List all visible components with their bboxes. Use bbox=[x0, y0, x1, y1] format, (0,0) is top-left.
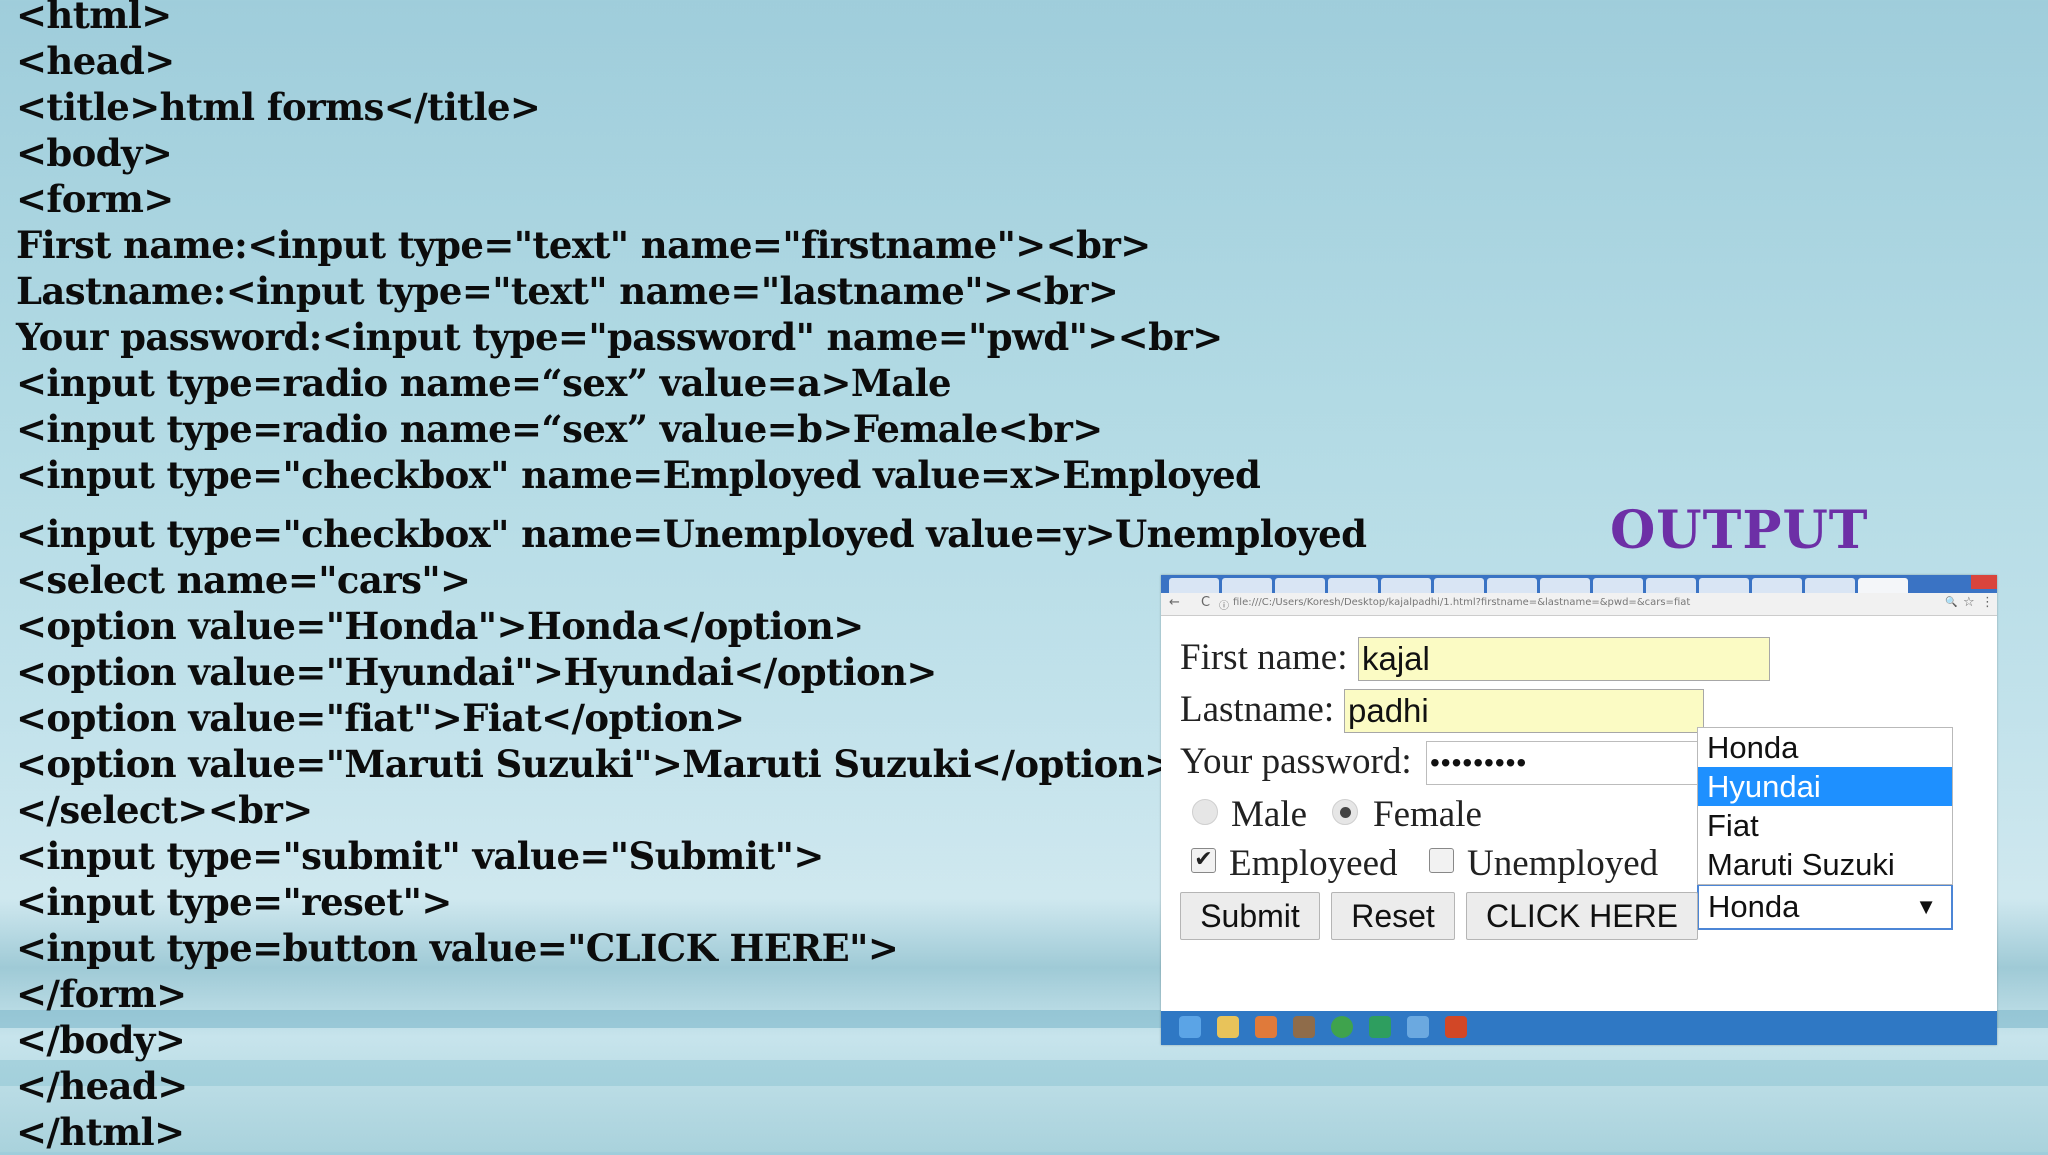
code-line: <option value="Honda">Honda</option> bbox=[16, 604, 864, 648]
radio-female-label: Female bbox=[1373, 794, 1482, 835]
address-bar: ← C ⓘ file:///C:/Users/Koresh/Desktop/ka… bbox=[1161, 593, 1997, 616]
browser-tab[interactable] bbox=[1275, 578, 1325, 593]
code-line: <select name="cars"> bbox=[16, 558, 471, 602]
code-line: </body> bbox=[16, 1018, 186, 1062]
code-line: </form> bbox=[16, 972, 187, 1016]
code-line: </html> bbox=[16, 1110, 185, 1154]
browser-window-screenshot: ← C ⓘ file:///C:/Users/Koresh/Desktop/ka… bbox=[1161, 575, 1997, 1045]
first-name-input[interactable]: kajal bbox=[1358, 637, 1770, 681]
radio-male[interactable] bbox=[1192, 799, 1218, 825]
code-line: <option value="Hyundai">Hyundai</option> bbox=[16, 650, 937, 694]
code-line: Your password:<input type="password" nam… bbox=[16, 315, 1223, 359]
checkbox-unemployed-label: Unemployed bbox=[1467, 843, 1659, 884]
radio-selected-dot bbox=[1340, 807, 1351, 818]
folder-icon[interactable] bbox=[1217, 1016, 1239, 1038]
code-line: </head> bbox=[16, 1064, 188, 1108]
code-line: <input type=button value="CLICK HERE"> bbox=[16, 926, 899, 970]
chevron-down-icon: ▼ bbox=[1915, 894, 1937, 919]
browser-tab[interactable] bbox=[1434, 578, 1484, 593]
app-blue-icon[interactable] bbox=[1407, 1016, 1429, 1038]
code-line: <input type="reset"> bbox=[16, 880, 452, 924]
code-line: <option value="fiat">Fiat</option> bbox=[16, 696, 745, 740]
info-icon: ⓘ bbox=[1219, 601, 1229, 612]
browser-tab[interactable] bbox=[1858, 578, 1908, 593]
checkbox-unemployed[interactable] bbox=[1429, 848, 1454, 873]
browser-tab[interactable] bbox=[1593, 578, 1643, 593]
reset-button[interactable]: Reset bbox=[1331, 892, 1455, 940]
browser-tab[interactable] bbox=[1328, 578, 1378, 593]
star-icon[interactable]: ☆ bbox=[1963, 595, 1975, 610]
browser-tab[interactable] bbox=[1752, 578, 1802, 593]
code-line: <body> bbox=[16, 131, 173, 175]
browser-tab[interactable] bbox=[1169, 578, 1219, 593]
code-line: <form> bbox=[16, 177, 174, 221]
browser-tab[interactable] bbox=[1699, 578, 1749, 593]
browser-tab[interactable] bbox=[1381, 578, 1431, 593]
browser-tab-strip bbox=[1161, 575, 1997, 593]
app-icon[interactable] bbox=[1293, 1016, 1315, 1038]
sea-wave-band-lower bbox=[0, 1060, 2048, 1086]
password-input[interactable]: ••••••••• bbox=[1426, 741, 1704, 785]
rendered-form-page: First name: kajal Lastname: padhi Your p… bbox=[1161, 616, 1997, 1011]
password-label: Your password: bbox=[1180, 741, 1412, 782]
checkbox-employed[interactable]: ✔ bbox=[1191, 848, 1216, 873]
menu-icon[interactable]: ⋮ bbox=[1981, 595, 1994, 610]
cars-select[interactable]: Honda ▼ bbox=[1697, 884, 1953, 930]
close-icon[interactable] bbox=[1971, 575, 1997, 589]
maximize-icon[interactable] bbox=[1947, 575, 1969, 589]
url-text[interactable]: file:///C:/Users/Koresh/Desktop/kajalpad… bbox=[1233, 597, 1690, 608]
dropdown-option[interactable]: Fiat bbox=[1698, 806, 1952, 845]
ie-icon[interactable] bbox=[1179, 1016, 1201, 1038]
dropdown-option-highlighted[interactable]: Hyundai bbox=[1698, 767, 1952, 806]
lastname-label: Lastname: bbox=[1180, 689, 1335, 730]
code-line: <option value="Maruti Suzuki">Maruti Suz… bbox=[16, 742, 1175, 786]
code-line: <html> bbox=[16, 0, 172, 37]
code-line: <input type="checkbox" name=Unemployed v… bbox=[16, 512, 1367, 556]
code-line: </select><br> bbox=[16, 788, 313, 832]
cars-dropdown-list: Honda Hyundai Fiat Maruti Suzuki bbox=[1697, 727, 1953, 885]
dropdown-option[interactable]: Maruti Suzuki bbox=[1698, 845, 1952, 884]
powerpoint-icon[interactable] bbox=[1445, 1016, 1467, 1038]
first-name-label: First name: bbox=[1180, 637, 1348, 678]
code-line: <title>html forms</title> bbox=[16, 85, 541, 129]
minimize-icon[interactable] bbox=[1923, 575, 1945, 589]
browser-tab[interactable] bbox=[1540, 578, 1590, 593]
windows-taskbar bbox=[1161, 1011, 1997, 1045]
chrome-icon[interactable] bbox=[1331, 1016, 1353, 1038]
media-icon[interactable] bbox=[1255, 1016, 1277, 1038]
back-arrow-icon[interactable]: ← bbox=[1169, 595, 1180, 610]
reload-icon[interactable]: C bbox=[1201, 595, 1210, 610]
code-line: <input type=radio name=“sex” value=a>Mal… bbox=[16, 361, 952, 405]
code-line: <input type="submit" value="Submit"> bbox=[16, 834, 824, 878]
code-line: <head> bbox=[16, 39, 175, 83]
code-line: First name:<input type="text" name="firs… bbox=[16, 223, 1151, 267]
code-line: Lastname:<input type="text" name="lastna… bbox=[16, 269, 1119, 313]
app-green-icon[interactable] bbox=[1369, 1016, 1391, 1038]
output-heading: OUTPUT bbox=[1610, 500, 1869, 561]
zoom-icon[interactable]: 🔍 bbox=[1945, 597, 1957, 608]
browser-tab[interactable] bbox=[1646, 578, 1696, 593]
browser-tab[interactable] bbox=[1222, 578, 1272, 593]
cars-select-value: Honda bbox=[1708, 889, 1800, 924]
submit-button[interactable]: Submit bbox=[1180, 892, 1320, 940]
click-here-button[interactable]: CLICK HERE bbox=[1466, 892, 1698, 940]
radio-female[interactable] bbox=[1332, 799, 1358, 825]
code-line: <input type=radio name=“sex” value=b>Fem… bbox=[16, 407, 1103, 451]
code-line: <input type="checkbox" name=Employed val… bbox=[16, 453, 1261, 497]
browser-tab[interactable] bbox=[1487, 578, 1537, 593]
radio-male-label: Male bbox=[1231, 794, 1308, 835]
browser-tab[interactable] bbox=[1805, 578, 1855, 593]
lastname-input[interactable]: padhi bbox=[1344, 689, 1704, 733]
checkbox-employed-label: Employeed bbox=[1229, 843, 1398, 884]
dropdown-option[interactable]: Honda bbox=[1698, 728, 1952, 767]
